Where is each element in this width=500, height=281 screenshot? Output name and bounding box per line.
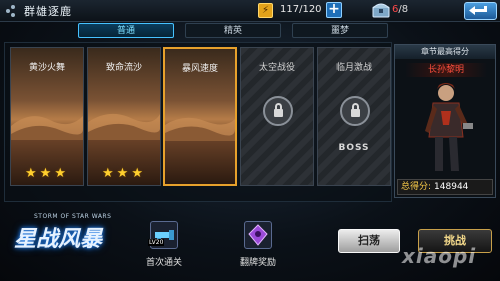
level-tag: LV20 <box>148 239 165 246</box>
lock-icon <box>340 96 370 126</box>
lock-icon <box>263 96 293 126</box>
treasure-chest-icon <box>372 3 390 18</box>
stage-name: 致命流沙 <box>105 63 142 73</box>
back-arrow-icon <box>469 6 487 15</box>
first-clear-reward[interactable]: LV20 首次通关 <box>134 221 194 269</box>
stage-name: 黄沙火舞 <box>28 63 65 73</box>
add-energy-button[interactable]: + <box>326 2 342 18</box>
back-button[interactable] <box>464 2 497 20</box>
stage-card-5-locked[interactable]: 临月激战 BOSS <box>317 47 391 186</box>
stage-card-2[interactable]: 致命流沙 ★★★ <box>87 47 161 186</box>
site-watermark: xiaopi <box>402 244 477 268</box>
tab-normal[interactable]: 普通 <box>78 23 174 38</box>
logo-english: STORM OF STAR WARS <box>34 213 112 220</box>
dune-image <box>88 113 160 140</box>
purple-gem-icon <box>244 221 272 249</box>
stage-card-3[interactable]: 暴风速度 <box>163 47 237 186</box>
boss-label: BOSS <box>338 143 370 153</box>
hero-name: 长孙黎明 <box>405 63 487 77</box>
top-bar: 群雄逐鹿 ⚡ 117/120 + 6/8 <box>0 0 500 22</box>
stage-name: 太空战役 <box>258 63 295 73</box>
game-logo: STORM OF STAR WARS 星战风暴 <box>14 213 120 263</box>
stage-name: 临月激战 <box>335 63 372 73</box>
stage-card-4-locked[interactable]: 太空战役 <box>240 47 314 186</box>
tab-elite[interactable]: 精英 <box>185 23 281 38</box>
score-value: 148944 <box>434 182 469 192</box>
reward-label: 首次通关 <box>145 258 182 268</box>
total-score: 总得分: 148944 <box>397 179 493 195</box>
reward-label: 翻牌奖励 <box>239 258 276 268</box>
dune-image <box>11 116 83 140</box>
menu-dots-icon <box>6 5 20 17</box>
hero-avatar <box>425 83 473 171</box>
difficulty-tabs: 普通 精英 噩梦 <box>78 23 388 39</box>
card-flip-reward[interactable]: 翻牌奖励 <box>228 221 288 269</box>
page-title: 群雄逐鹿 <box>24 5 72 18</box>
chest-counter: 6/8 <box>392 4 409 15</box>
blaster-gun-icon: LV20 <box>148 221 178 249</box>
chapter-best-score-panel: 章节最高得分 长孙黎明 总得分: 148944 <box>394 44 496 198</box>
star-rating: ★★★ <box>102 166 146 181</box>
panel-header: 章节最高得分 <box>395 45 495 59</box>
score-label: 总得分: <box>401 182 432 192</box>
sweep-button[interactable]: 扫荡 <box>338 229 400 253</box>
stage-card-1[interactable]: 黄沙火舞 ★★★ <box>10 47 84 186</box>
stage-name: 暴风速度 <box>181 64 218 74</box>
logo-chinese: 星战风暴 <box>14 227 103 252</box>
energy-counter: 117/120 <box>280 4 322 15</box>
tab-nightmare[interactable]: 噩梦 <box>292 23 388 38</box>
star-rating: ★★★ <box>25 166 69 181</box>
dune-image <box>165 117 235 141</box>
lightning-icon: ⚡ <box>258 3 273 18</box>
